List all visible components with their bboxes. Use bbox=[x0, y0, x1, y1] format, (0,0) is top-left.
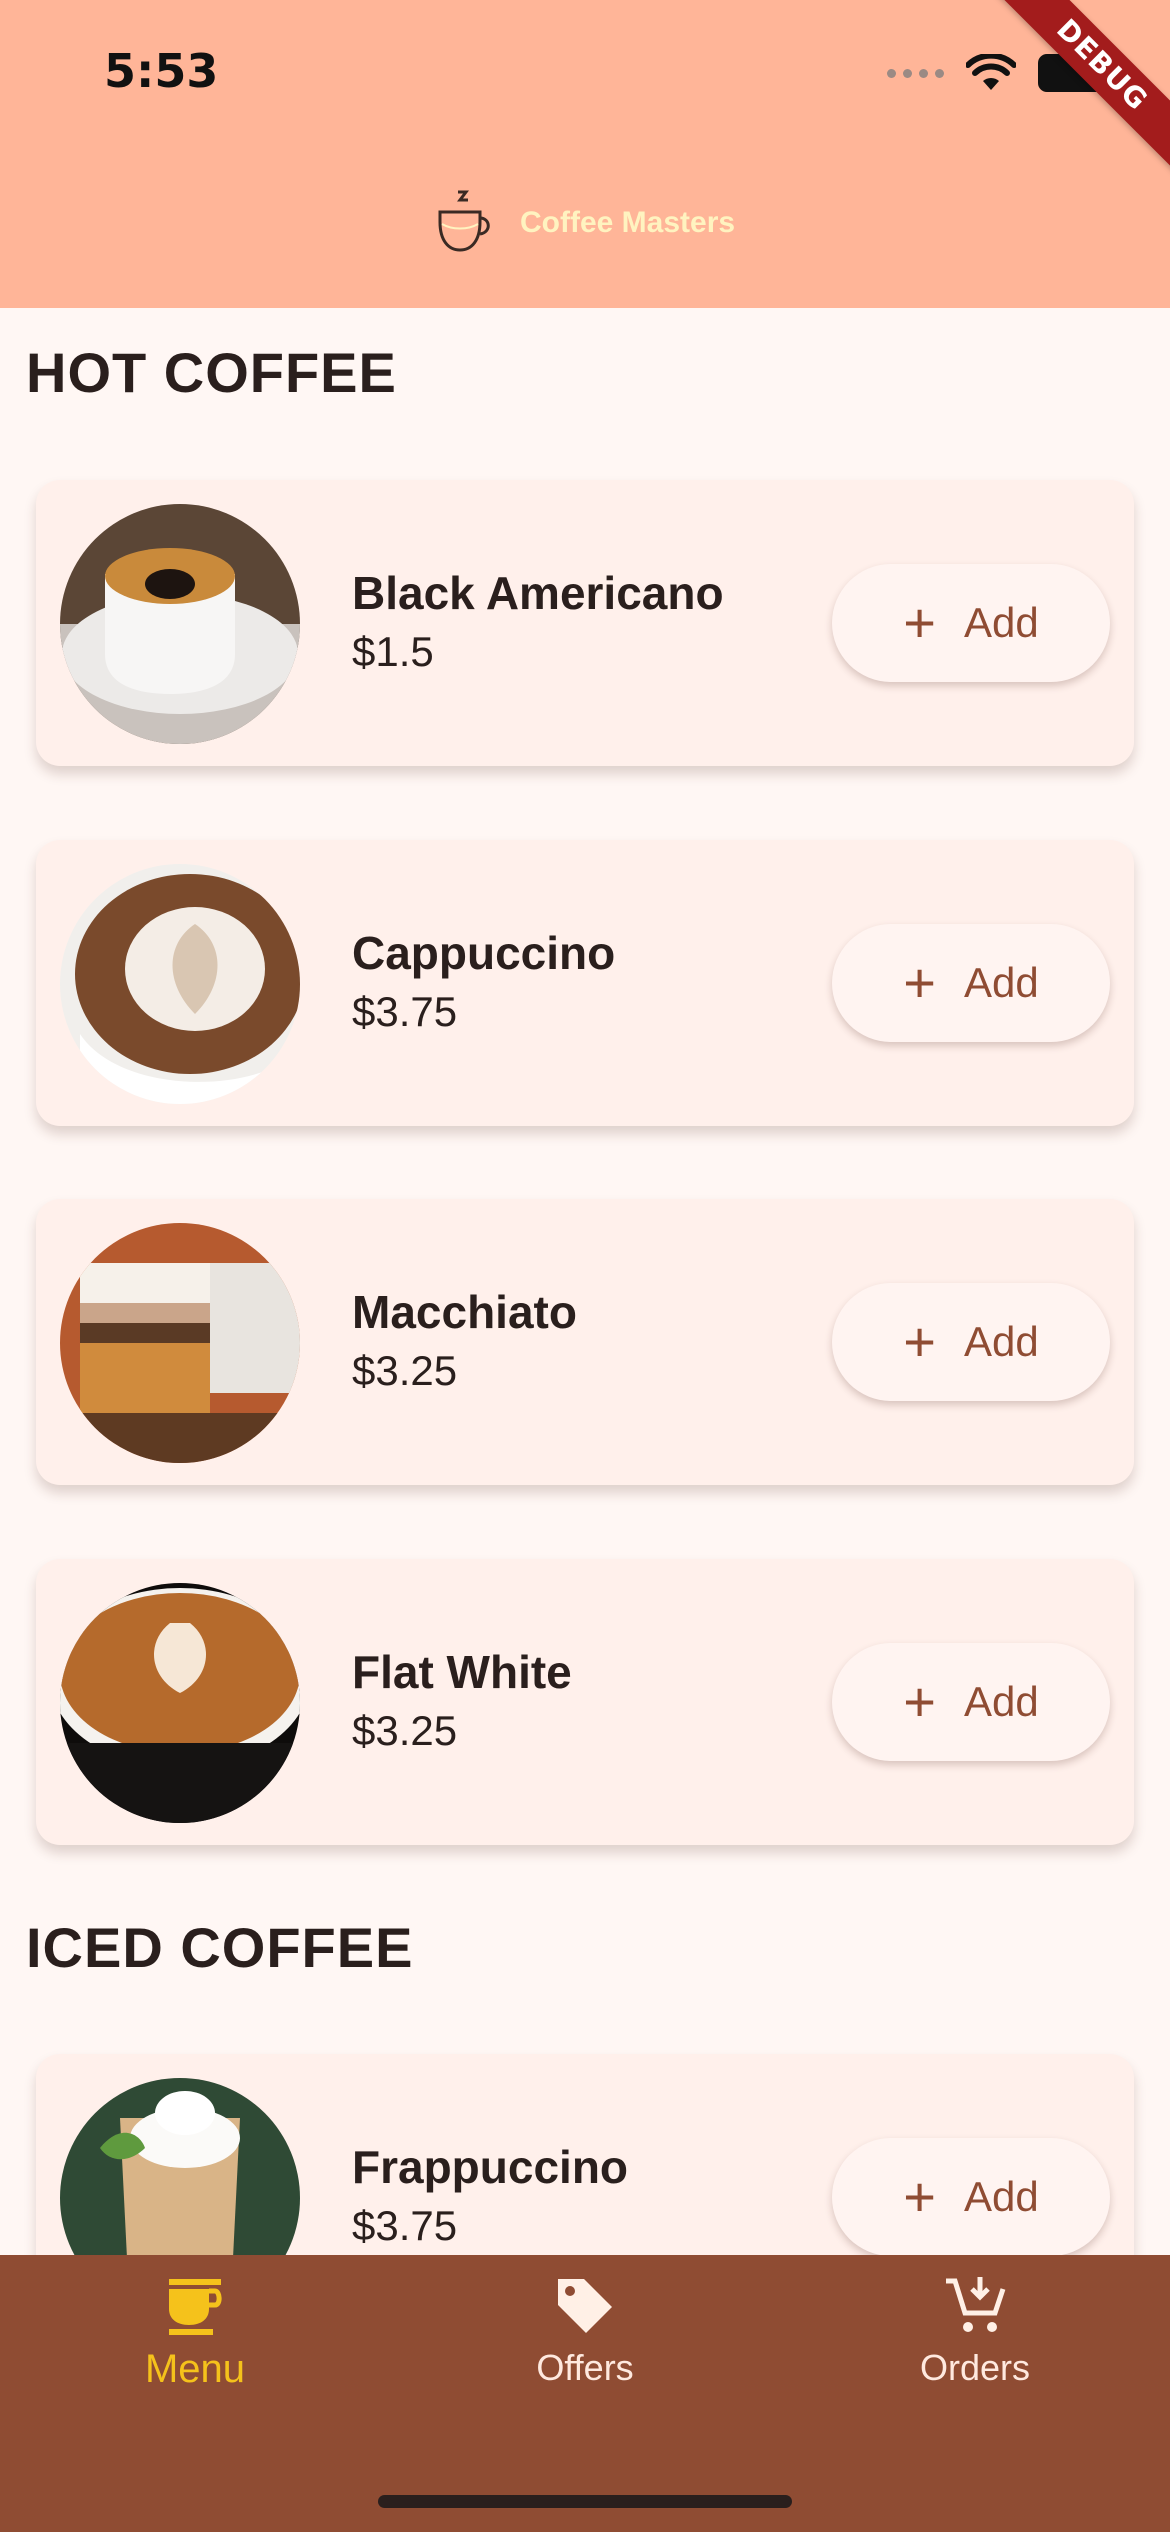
product-name: Black Americano bbox=[352, 567, 724, 619]
add-button-label: Add bbox=[963, 1318, 1039, 1365]
plus-icon: + bbox=[903, 2165, 936, 2228]
add-button-label: Add bbox=[963, 1678, 1039, 1725]
product-price: $3.75 bbox=[352, 988, 458, 1035]
add-to-cart-button[interactable]: + Add bbox=[832, 1643, 1110, 1761]
product-name: Flat White bbox=[352, 1646, 572, 1698]
add-to-cart-button[interactable]: + Add bbox=[832, 924, 1110, 1042]
add-to-cart-button[interactable]: + Add bbox=[832, 1283, 1110, 1401]
home-indicator bbox=[378, 2495, 792, 2508]
product-price: $3.75 bbox=[352, 2202, 458, 2249]
product-image-flat-white bbox=[60, 1583, 300, 1823]
product-name: Macchiato bbox=[352, 1286, 577, 1338]
add-button-label: Add bbox=[963, 959, 1039, 1006]
plus-icon: + bbox=[903, 1310, 936, 1373]
nav-item-offers[interactable]: Offers bbox=[435, 2275, 735, 2389]
brand-logo: Coffee Masters bbox=[432, 188, 735, 258]
plus-icon: + bbox=[903, 951, 936, 1014]
add-button-label: Add bbox=[963, 599, 1039, 646]
product-card: Macchiato $3.25 + Add bbox=[36, 1199, 1134, 1485]
product-price: $1.5 bbox=[352, 628, 434, 675]
nav-label: Offers bbox=[536, 2347, 634, 2388]
cellular-signal-icon bbox=[887, 68, 944, 78]
product-price: $3.25 bbox=[352, 1347, 458, 1394]
product-card: Black Americano $1.5 + Add bbox=[36, 480, 1134, 766]
product-image-black-americano bbox=[60, 504, 300, 744]
product-name: Cappuccino bbox=[352, 927, 616, 979]
product-name: Frappuccino bbox=[352, 2141, 629, 2193]
plus-icon: + bbox=[903, 591, 936, 654]
nav-label: Menu bbox=[144, 2347, 246, 2391]
product-image-cappuccino bbox=[60, 864, 300, 1104]
add-to-cart-button[interactable]: + Add bbox=[832, 564, 1110, 682]
brand-title: Coffee Masters bbox=[520, 206, 736, 239]
product-price: $3.25 bbox=[352, 1707, 458, 1754]
wifi-icon bbox=[966, 54, 1016, 90]
coffee-cup-icon bbox=[438, 190, 490, 252]
product-image-macchiato bbox=[60, 1223, 300, 1463]
cart-add-icon bbox=[946, 2277, 1006, 2332]
coffee-cup-icon bbox=[169, 2279, 222, 2335]
nav-label: Orders bbox=[919, 2347, 1031, 2388]
status-time: 5:53 bbox=[104, 44, 219, 98]
bottom-navigation: Menu Offers Orders bbox=[0, 2255, 1170, 2532]
add-to-cart-button[interactable]: + Add bbox=[832, 2138, 1110, 2256]
tag-icon bbox=[558, 2279, 612, 2333]
plus-icon: + bbox=[903, 1670, 936, 1733]
add-button-label: Add bbox=[963, 2173, 1039, 2220]
product-card: Cappuccino $3.75 + Add bbox=[36, 840, 1134, 1126]
section-title-iced-coffee: ICED COFFEE bbox=[26, 1916, 414, 1979]
nav-item-menu[interactable]: Menu bbox=[45, 2275, 345, 2392]
app-bar: 5:53 DEBUG Coffee Masters bbox=[0, 0, 1170, 308]
section-title-hot-coffee: HOT COFFEE bbox=[26, 341, 397, 404]
nav-item-orders[interactable]: Orders bbox=[825, 2275, 1125, 2389]
product-card: Flat White $3.25 + Add bbox=[36, 1559, 1134, 1845]
